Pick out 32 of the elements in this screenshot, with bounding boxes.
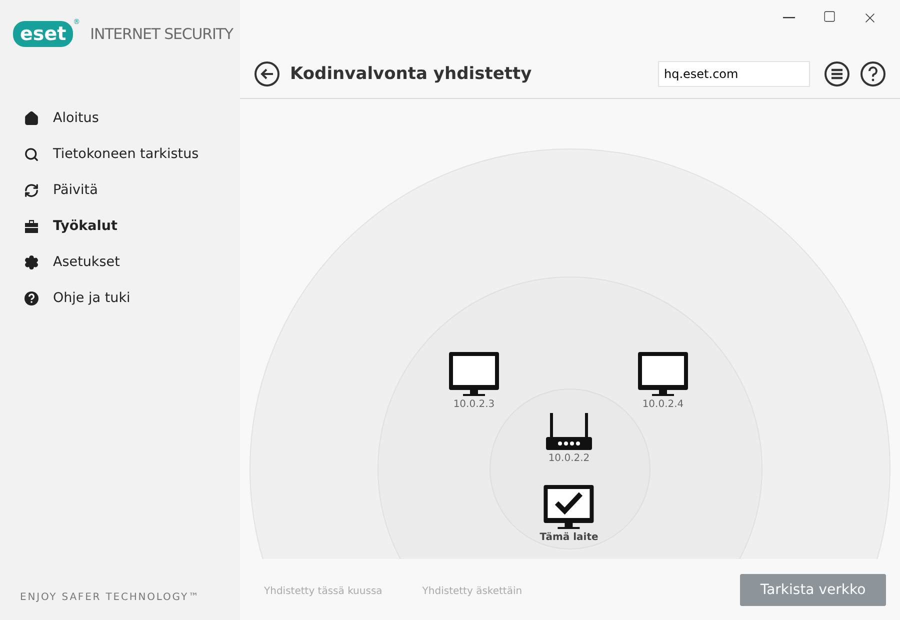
search-icon — [24, 146, 39, 162]
sidebar-item[interactable]: Asetukset — [0, 244, 240, 280]
sidebar-item[interactable]: Aloitus — [0, 100, 240, 136]
back-button[interactable] — [254, 61, 280, 87]
page-title: Kodinvalvonta yhdistetty — [290, 64, 533, 84]
minimize-icon — [783, 17, 795, 19]
sidebar-item[interactable]: Ohje ja tuki — [0, 280, 240, 316]
ring-legend-label: Yhdistetty tässä kuussa — [264, 586, 382, 596]
search-field[interactable]: hq.eset.com — [658, 61, 810, 87]
sidebar-item[interactable]: Työkalut — [0, 208, 240, 244]
maximize-icon — [823, 10, 836, 23]
monitor-icon — [637, 351, 689, 397]
refresh-icon — [24, 182, 39, 198]
device-label: Tämä laite — [540, 532, 598, 543]
device-label: 10.0.2.4 — [642, 399, 684, 410]
menu-button[interactable] — [824, 61, 850, 87]
eset-logo: eset — [13, 21, 74, 47]
settings-icon — [24, 254, 39, 270]
toolbox-icon — [24, 218, 39, 234]
device-label: 10.0.2.2 — [548, 453, 590, 464]
help-button[interactable] — [860, 61, 886, 87]
ring-legend-label: Yhdistetty äskettäin — [422, 586, 522, 596]
monitor-icon — [448, 351, 500, 397]
router-icon — [545, 413, 593, 451]
sidebar-item[interactable]: Tietokoneen tarkistus — [0, 136, 240, 172]
monitor-check-icon — [543, 484, 595, 530]
slogan: ENJOY SAFER TECHNOLOGY™ — [20, 592, 201, 603]
sidebar-item[interactable]: Päivitä — [0, 172, 240, 208]
home-icon — [24, 110, 39, 126]
device-label: 10.0.2.3 — [453, 399, 495, 410]
help-icon — [24, 290, 39, 306]
product-name: INTERNET SECURITY — [90, 25, 233, 43]
